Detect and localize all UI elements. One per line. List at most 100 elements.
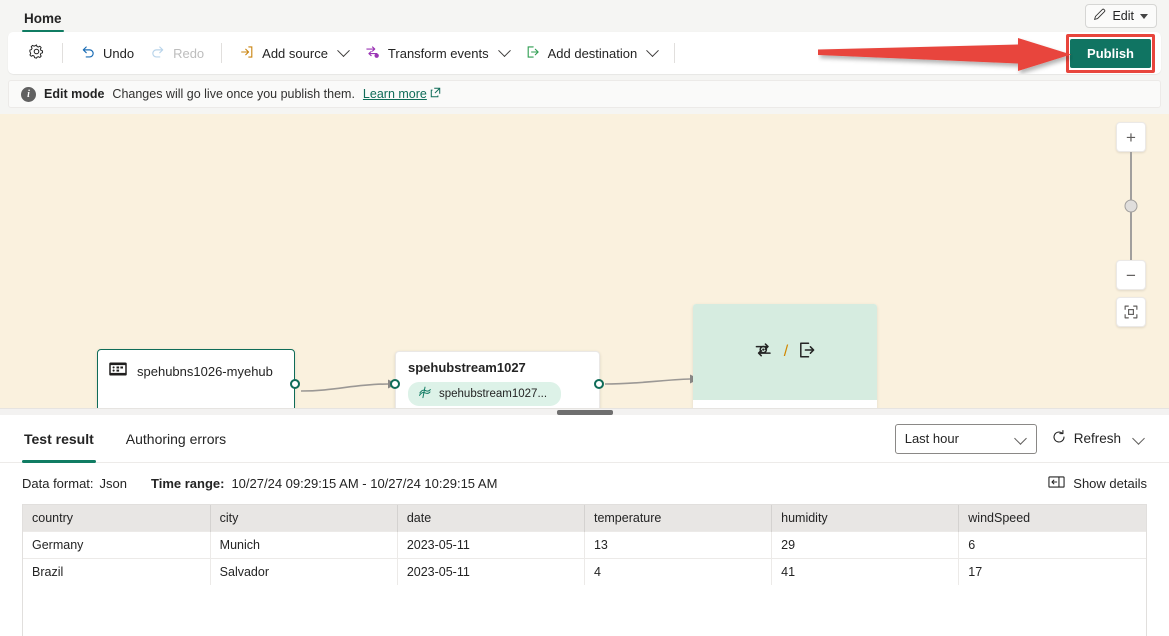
refresh-icon (1051, 429, 1067, 448)
transform-events-button[interactable]: Transform events (356, 38, 517, 68)
tab-authoring-errors[interactable]: Authoring errors (124, 415, 228, 463)
eventstream-canvas[interactable]: spehubns1026-myehub spehubstream1027 spe… (0, 114, 1169, 408)
pencil-icon (1093, 8, 1106, 24)
edit-mode-infobar: i Edit mode Changes will go live once yo… (8, 80, 1161, 108)
chevron-down-icon (1140, 13, 1148, 19)
cell-country: Brazil (23, 558, 211, 585)
zoom-slider[interactable] (1124, 152, 1138, 260)
node-source-header: spehubns1026-myehub (108, 359, 284, 384)
transform-icon (364, 43, 381, 63)
zoom-slider-thumb[interactable] (1124, 199, 1138, 213)
refresh-button[interactable]: Refresh (1051, 429, 1147, 448)
undo-arrow-icon (80, 44, 96, 63)
test-result-table: country city date temperature humidity w… (23, 505, 1146, 585)
eventstream-editor-app: Home Edit Undo Redo Add source Transform… (0, 0, 1169, 636)
node-stream-pill-label: spehubstream1027... (439, 388, 548, 400)
tab-authoring-errors-label: Authoring errors (125, 431, 227, 447)
ribbon-tabstrip: Home Edit (0, 0, 1169, 32)
show-details-button[interactable]: Show details (1048, 475, 1147, 492)
add-source-label: Add source (262, 45, 328, 61)
tab-home-label: Home (24, 11, 62, 26)
show-details-label: Show details (1073, 476, 1147, 491)
fit-to-screen-button[interactable] (1116, 297, 1146, 327)
node-add-transform-or-destination[interactable]: / Transform events or add destination (693, 304, 877, 408)
chevron-down-icon (1013, 432, 1027, 445)
arrow-into-box-icon (239, 44, 255, 63)
cell-date: 2023-05-11 (397, 531, 585, 559)
node-source-title: spehubns1026-myehub (137, 364, 273, 379)
publish-button[interactable]: Publish (1070, 38, 1151, 68)
data-format-label: Data format: (22, 476, 94, 491)
time-range-select[interactable]: Last hour (894, 423, 1037, 454)
port-source-out[interactable] (290, 379, 300, 389)
bottom-panel: Test result Authoring errors Last hour R… (0, 415, 1169, 636)
redo-arrow-icon (150, 44, 166, 63)
icon-separator: / (783, 343, 789, 360)
cell-humidity: 41 (771, 558, 960, 585)
tab-test-result[interactable]: Test result (22, 415, 96, 463)
cell-temperature: 13 (584, 531, 773, 559)
arrow-out-of-box-icon (525, 44, 541, 63)
cell-temperature: 4 (584, 558, 773, 585)
time-range-label: Time range: (151, 476, 225, 491)
node-eventstream[interactable]: spehubstream1027 spehubstream1027... (395, 351, 600, 408)
toolbar-divider-1 (62, 43, 63, 63)
data-format-value: Json (99, 476, 127, 491)
port-stream-in[interactable] (390, 379, 400, 389)
details-pane-icon (1048, 475, 1065, 492)
column-header-temperature[interactable]: temperature (584, 505, 773, 532)
column-header-city[interactable]: city (210, 505, 398, 532)
cell-date: 2023-05-11 (397, 558, 585, 585)
transform-icon (752, 338, 776, 367)
cell-humidity: 29 (771, 531, 960, 559)
node-add-footer[interactable]: Transform events or add destination (693, 400, 877, 408)
add-destination-button[interactable]: Add destination (517, 39, 666, 68)
port-stream-out[interactable] (594, 379, 604, 389)
column-header-humidity[interactable]: humidity (771, 505, 960, 532)
cell-city: Salvador (210, 558, 398, 585)
undo-label: Undo (103, 45, 135, 61)
cell-windspeed: 17 (958, 558, 1146, 585)
chevron-down-icon (497, 43, 511, 57)
column-header-country[interactable]: country (23, 505, 211, 532)
edit-mode-button[interactable]: Edit (1085, 4, 1157, 28)
cell-windspeed: 6 (958, 531, 1146, 559)
settings-button[interactable] (20, 38, 53, 68)
canvas-zoom-controls: + − (1115, 122, 1147, 327)
toolbar-divider-3 (674, 43, 676, 63)
column-header-windspeed[interactable]: windSpeed (958, 505, 1146, 532)
test-result-meta: Data format: Json Time range: 10/27/24 0… (0, 463, 1169, 502)
chevron-down-icon (337, 43, 350, 57)
infobar-message: Changes will go live once you publish th… (112, 87, 355, 101)
undo-button[interactable]: Undo (72, 39, 142, 68)
toolbar-divider-2 (221, 43, 223, 63)
edit-button-label: Edit (1112, 9, 1134, 23)
tab-home[interactable]: Home (22, 7, 64, 32)
learn-more-link[interactable]: Learn more (363, 87, 441, 101)
zoom-out-button[interactable]: − (1116, 260, 1146, 290)
splitter-drag-handle[interactable] (556, 410, 613, 415)
column-header-date[interactable]: date (397, 505, 585, 532)
table-row[interactable]: Germany Munich 2023-05-11 13 29 6 (23, 531, 1146, 559)
redo-button: Redo (142, 39, 212, 68)
fit-to-screen-icon (1124, 305, 1138, 319)
bottom-panel-tabs: Test result Authoring errors Last hour R… (0, 415, 1169, 463)
zoom-in-button[interactable]: + (1116, 122, 1146, 152)
cell-city: Munich (210, 531, 398, 559)
eventstream-icon (417, 385, 432, 403)
transform-events-label: Transform events (387, 45, 489, 61)
ribbon-right-tools: Edit (1085, 4, 1157, 32)
node-source[interactable]: spehubns1026-myehub (97, 349, 295, 408)
bottom-panel-tools: Last hour Refresh (894, 423, 1147, 454)
infobar-title: Edit mode (44, 87, 105, 101)
eventhub-icon (108, 359, 128, 384)
info-icon: i (21, 86, 36, 102)
add-destination-label: Add destination (547, 45, 638, 61)
time-range-value: 10/27/24 09:29:15 AM - 10/27/24 10:29:15… (231, 476, 498, 491)
node-stream-pill[interactable]: spehubstream1027... (408, 382, 562, 406)
time-range-select-value: Last hour (904, 431, 959, 446)
chevron-down-icon[interactable] (1132, 432, 1145, 445)
redo-label: Redo (173, 45, 205, 61)
table-row[interactable]: Brazil Salvador 2023-05-11 4 41 17 (23, 558, 1146, 585)
add-source-button[interactable]: Add source (231, 39, 356, 68)
